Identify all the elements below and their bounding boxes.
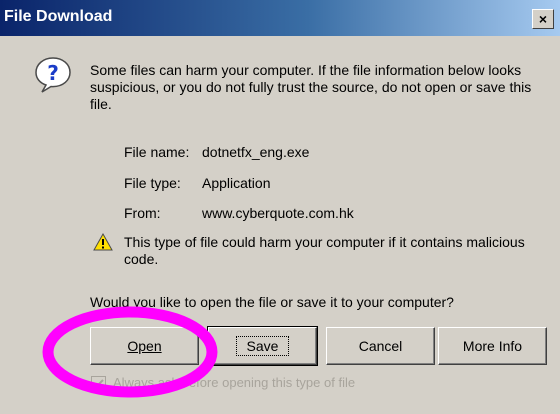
harm-warning: This type of file could harm your comput… [124, 234, 525, 267]
svg-text:?: ? [47, 61, 59, 85]
file-name-label: File name: [124, 144, 190, 160]
file-type-label: File type: [124, 175, 181, 191]
question-icon: ? [35, 57, 71, 93]
cancel-button-label: Cancel [358, 338, 403, 354]
file-name-value: dotnetfx_eng.exe [202, 144, 310, 160]
open-button[interactable]: Open [90, 327, 199, 365]
file-download-dialog: File Download × ? Some files can harm yo… [0, 0, 560, 414]
title-bar: File Download × [0, 0, 560, 36]
save-button-label: Save [235, 336, 290, 356]
more-info-button[interactable]: More Info [438, 327, 547, 365]
check-icon [93, 379, 104, 388]
from-value: www.cyberquote.com.hk [202, 205, 354, 221]
open-save-prompt: Would you like to open the file or save … [90, 294, 454, 310]
from-label: From: [124, 205, 161, 221]
always-ask-label: Always ask before opening this type of f… [113, 375, 356, 390]
cancel-button[interactable]: Cancel [326, 327, 435, 365]
more-info-button-label: More Info [462, 338, 523, 354]
close-button[interactable]: × [532, 9, 554, 29]
save-button[interactable]: Save [207, 326, 318, 366]
open-button-label: Open [127, 338, 162, 354]
dialog-title: File Download [4, 8, 113, 25]
warning-message: Some files can harm your computer. If th… [90, 62, 532, 112]
file-type-value: Application [202, 175, 271, 191]
always-ask-checkbox[interactable] [91, 376, 106, 391]
warning-icon [93, 233, 113, 251]
